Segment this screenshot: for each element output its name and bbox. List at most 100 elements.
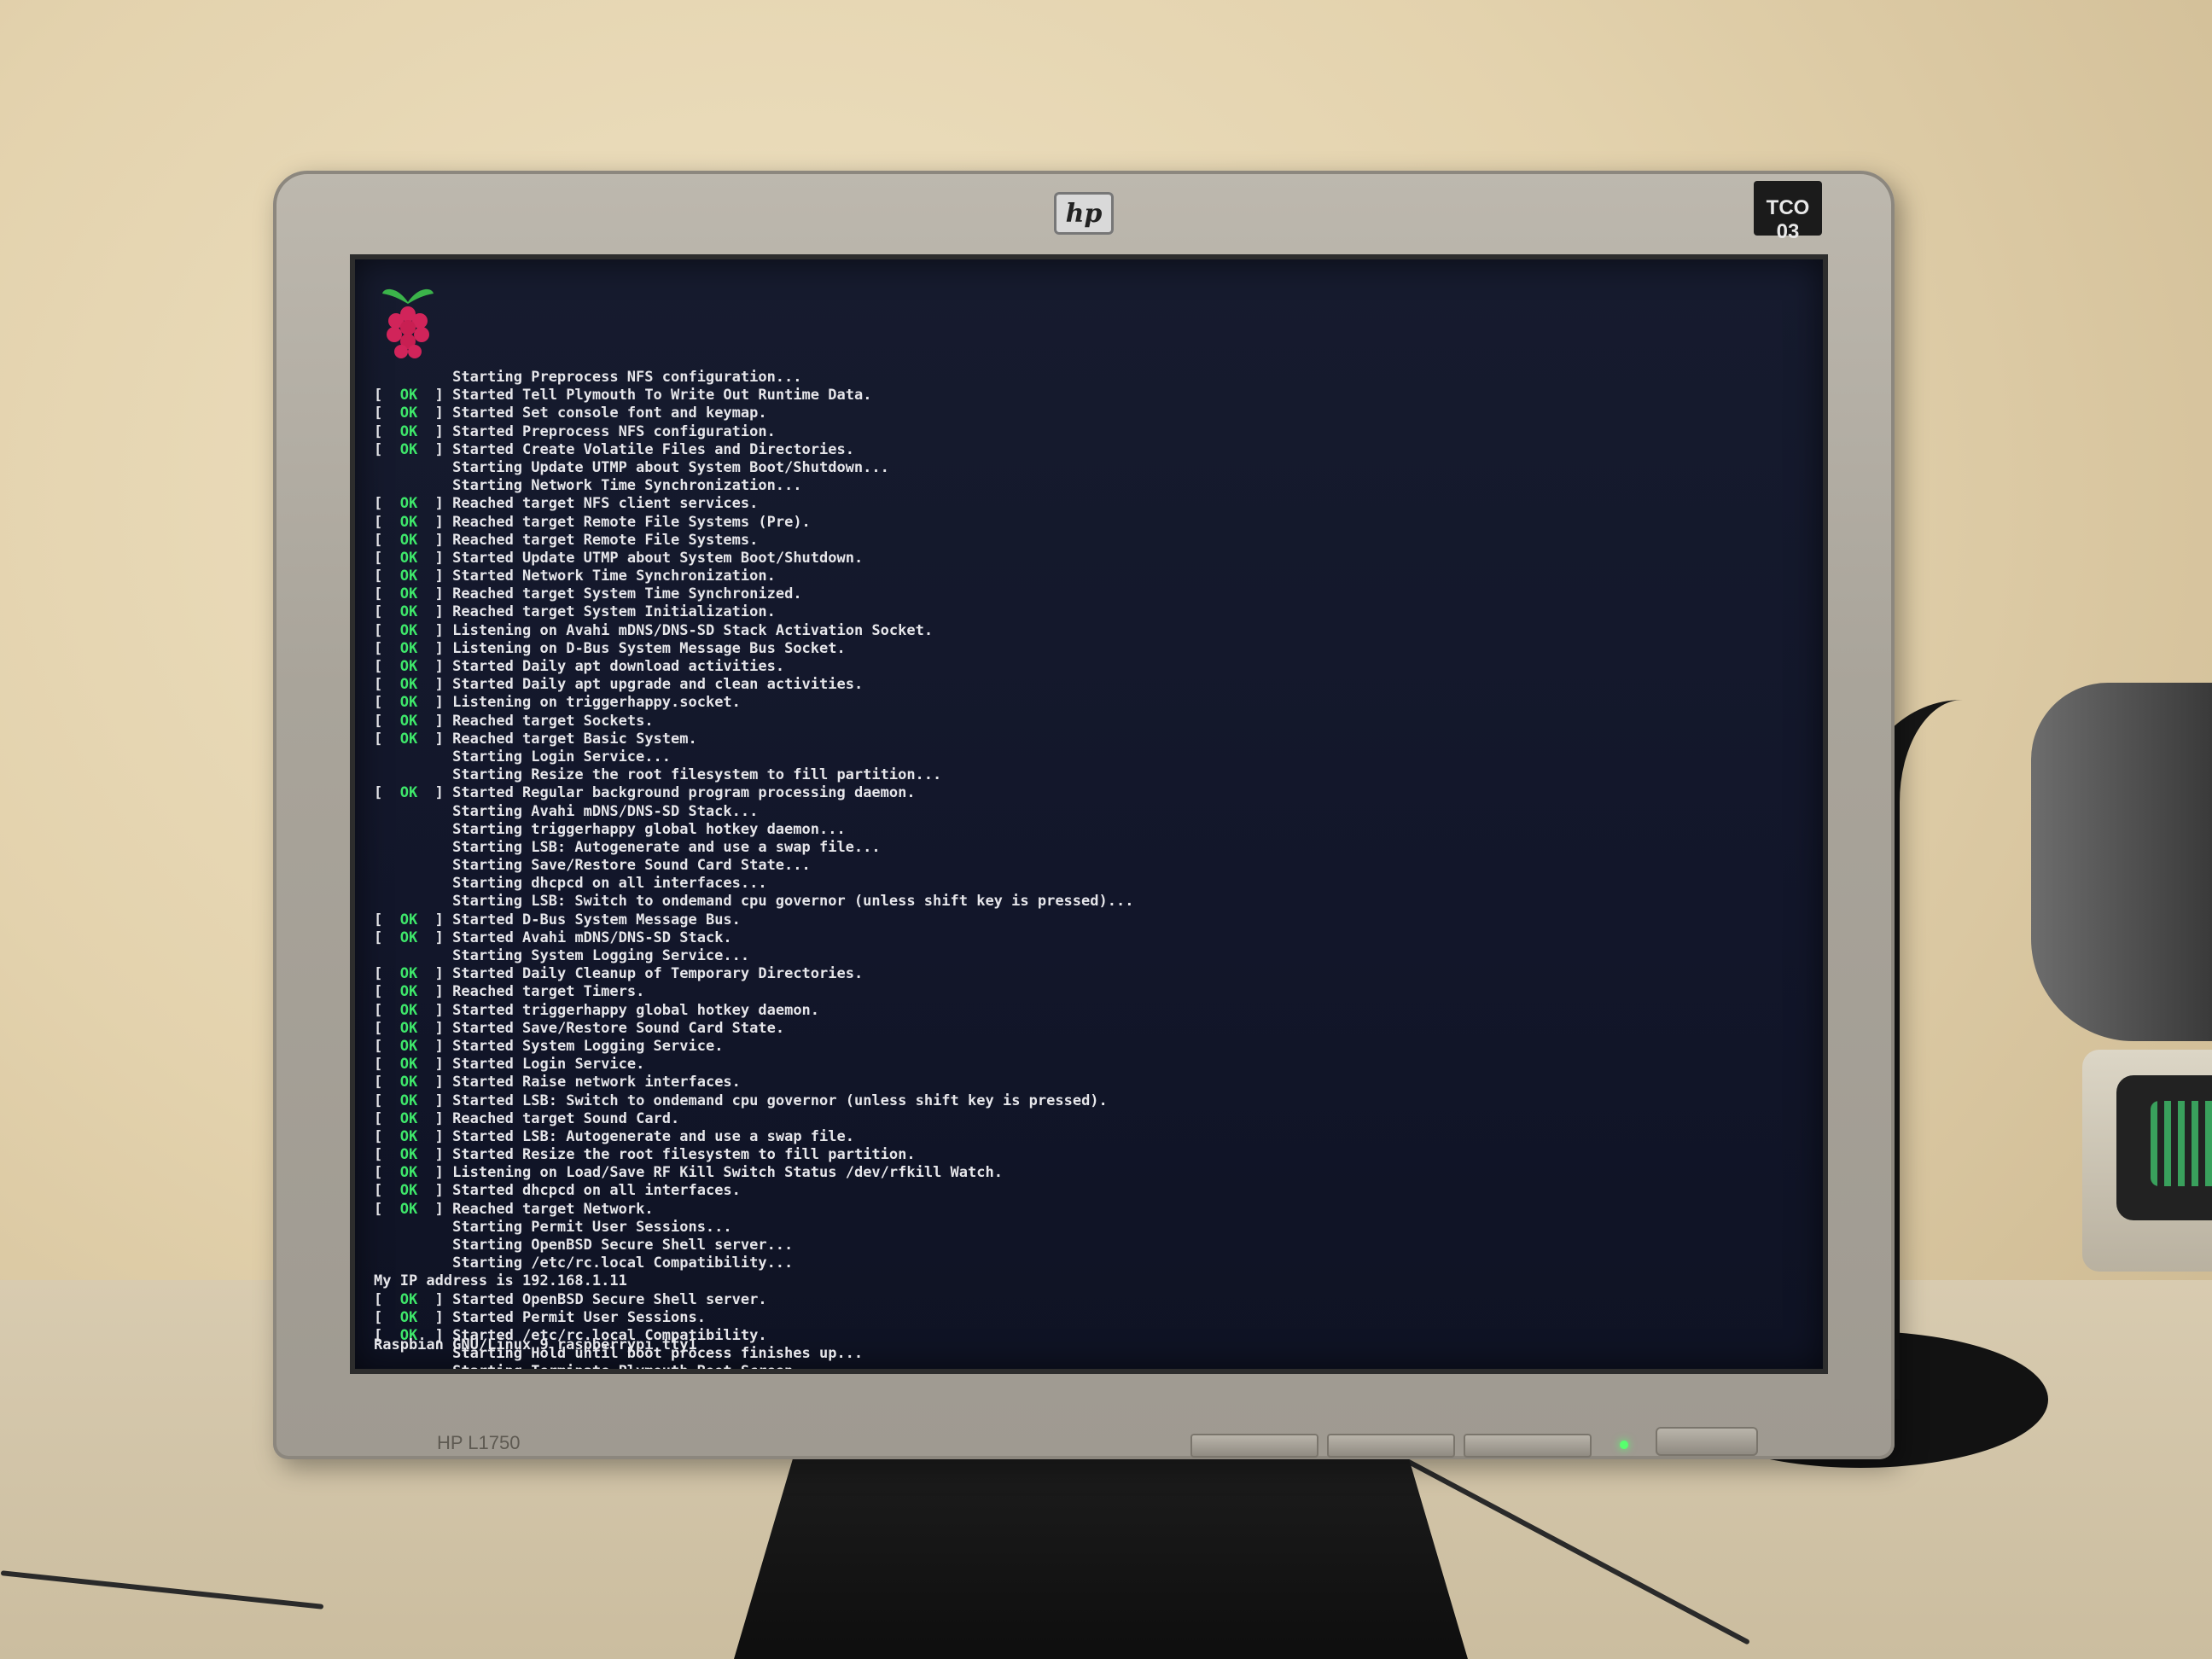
boot-log-text: Starting Network Time Synchronization...: [374, 477, 802, 495]
status-ok: OK: [399, 440, 418, 458]
status-bracket: [: [374, 549, 400, 567]
boot-log-text: Started Permit User Sessions.: [452, 1308, 706, 1326]
status-bracket: [: [374, 658, 400, 675]
status-bracket: ]: [417, 1019, 453, 1037]
tco-badge: TCO 03: [1754, 181, 1822, 243]
status-bracket: ]: [417, 422, 453, 440]
boot-log-line: [ OK ] Started OpenBSD Secure Shell serv…: [374, 1291, 1806, 1309]
status-bracket: [: [374, 1056, 400, 1074]
monitor-menu-button[interactable]: [1190, 1434, 1318, 1458]
status-bracket: [: [374, 1146, 400, 1164]
status-bracket: ]: [417, 387, 453, 405]
boot-log-line: Starting Terminate Plymouth Boot Screen.…: [374, 1363, 1806, 1369]
boot-log-line: Starting LSB: Autogenerate and use a swa…: [374, 839, 1806, 857]
boot-log-line: [ OK ] Listening on triggerhappy.socket.: [374, 694, 1806, 712]
status-ok: OK: [399, 1109, 418, 1127]
boot-log-text: Starting Preprocess NFS configuration...: [374, 369, 802, 386]
boot-log-line: Starting OpenBSD Secure Shell server...: [374, 1237, 1806, 1254]
status-bracket: [: [374, 1290, 400, 1308]
boot-log-text: Listening on Avahi mDNS/DNS-SD Stack Act…: [452, 621, 934, 639]
boot-log-line: Starting /etc/rc.local Compatibility...: [374, 1254, 1806, 1272]
status-bracket: [: [374, 1308, 400, 1326]
boot-log-text: Starting OpenBSD Secure Shell server...: [374, 1237, 794, 1254]
status-bracket: ]: [417, 513, 453, 531]
boot-log-text: Reached target Sockets.: [452, 712, 654, 730]
monitor-stand: [734, 1459, 1468, 1659]
boot-log-line: [ OK ] Reached target System Initializat…: [374, 603, 1806, 621]
monitor-power-button[interactable]: [1656, 1427, 1758, 1456]
status-ok: OK: [399, 1308, 418, 1326]
boot-log-text: Started Tell Plymouth To Write Out Runti…: [452, 387, 872, 405]
status-ok: OK: [399, 983, 418, 1001]
boot-log-text: Reached target NFS client services.: [452, 495, 759, 513]
status-bracket: [: [374, 965, 400, 983]
boot-log-line: [ OK ] Reached target NFS client service…: [374, 495, 1806, 513]
monitor-screen: Starting Preprocess NFS configuration...…: [350, 254, 1828, 1374]
monitor-plus-button[interactable]: [1464, 1434, 1592, 1458]
status-bracket: ]: [417, 639, 453, 657]
status-bracket: ]: [417, 983, 453, 1001]
boot-log-line: Starting Network Time Synchronization...: [374, 477, 1806, 495]
boot-log-text: Starting System Logging Service...: [374, 947, 750, 964]
boot-log-text: Started OpenBSD Secure Shell server.: [452, 1290, 767, 1308]
status-ok: OK: [399, 1037, 418, 1055]
status-bracket: [: [374, 676, 400, 694]
status-bracket: [: [374, 784, 400, 802]
boot-log-text: Reached target Basic System.: [452, 730, 697, 748]
boot-log-line: Starting Update UTMP about System Boot/S…: [374, 459, 1806, 477]
boot-log-text: Started LSB: Autogenerate and use a swap…: [452, 1127, 854, 1145]
status-ok: OK: [399, 585, 418, 603]
status-bracket: ]: [417, 531, 453, 549]
status-bracket: ]: [417, 658, 453, 675]
boot-log-line: [ OK ] Started Resize the root filesyste…: [374, 1146, 1806, 1164]
boot-log-line: [ OK ] Reached target Sound Card.: [374, 1110, 1806, 1128]
status-bracket: ]: [417, 911, 453, 928]
status-ok: OK: [399, 405, 418, 422]
status-ok: OK: [399, 694, 418, 712]
status-bracket: [: [374, 1001, 400, 1019]
status-bracket: ]: [417, 1127, 453, 1145]
boot-log-line: Starting Resize the root filesystem to f…: [374, 766, 1806, 784]
boot-log-line: Starting triggerhappy global hotkey daem…: [374, 821, 1806, 839]
monitor-minus-button[interactable]: [1327, 1434, 1455, 1458]
status-ok: OK: [399, 676, 418, 694]
boot-log-line: [ OK ] Started Avahi mDNS/DNS-SD Stack.: [374, 929, 1806, 947]
status-bracket: [: [374, 1200, 400, 1218]
boot-log-text: Started Create Volatile Files and Direct…: [452, 440, 854, 458]
boot-log-text: Starting /etc/rc.local Compatibility...: [374, 1254, 794, 1272]
status-bracket: ]: [417, 495, 453, 513]
status-bracket: ]: [417, 568, 453, 585]
status-ok: OK: [399, 1290, 418, 1308]
status-ok: OK: [399, 1056, 418, 1074]
boot-log-text: Started Raise network interfaces.: [452, 1074, 741, 1091]
status-ok: OK: [399, 531, 418, 549]
boot-log-line: [ OK ] Started Raise network interfaces.: [374, 1074, 1806, 1091]
boot-log-text: Starting Save/Restore Sound Card State..…: [374, 857, 811, 875]
boot-log-text: Reached target Remote File Systems (Pre)…: [452, 513, 811, 531]
boot-log: Starting Preprocess NFS configuration...…: [374, 369, 1806, 1369]
status-bracket: ]: [417, 621, 453, 639]
status-ok: OK: [399, 658, 418, 675]
raspberry-pi-icon: [382, 288, 434, 358]
power-led-icon: [1620, 1441, 1628, 1449]
status-bracket: ]: [417, 1074, 453, 1091]
boot-log-text: Started Save/Restore Sound Card State.: [452, 1019, 785, 1037]
boot-log-line: [ OK ] Listening on D-Bus System Message…: [374, 640, 1806, 658]
boot-log-text: Starting Resize the root filesystem to f…: [374, 766, 942, 784]
boot-log-text: Started Preprocess NFS configuration.: [452, 422, 776, 440]
status-bracket: ]: [417, 1091, 453, 1109]
boot-log-text: Started LSB: Switch to ondemand cpu gove…: [452, 1091, 1108, 1109]
boot-log-text: Started Daily apt upgrade and clean acti…: [452, 676, 864, 694]
boot-log-line: [ OK ] Started Set console font and keym…: [374, 405, 1806, 422]
status-bracket: ]: [417, 965, 453, 983]
status-bracket: [: [374, 1074, 400, 1091]
boot-log-line: [ OK ] Reached target Basic System.: [374, 731, 1806, 748]
status-ok: OK: [399, 603, 418, 621]
status-bracket: [: [374, 1019, 400, 1037]
status-bracket: ]: [417, 549, 453, 567]
boot-log-text: Started dhcpcd on all interfaces.: [452, 1182, 741, 1200]
boot-log-line: [ OK ] Started triggerhappy global hotke…: [374, 1002, 1806, 1020]
boot-log-line: [ OK ] Started Update UTMP about System …: [374, 550, 1806, 568]
status-bracket: [: [374, 495, 400, 513]
boot-log-text: Listening on triggerhappy.socket.: [452, 694, 741, 712]
